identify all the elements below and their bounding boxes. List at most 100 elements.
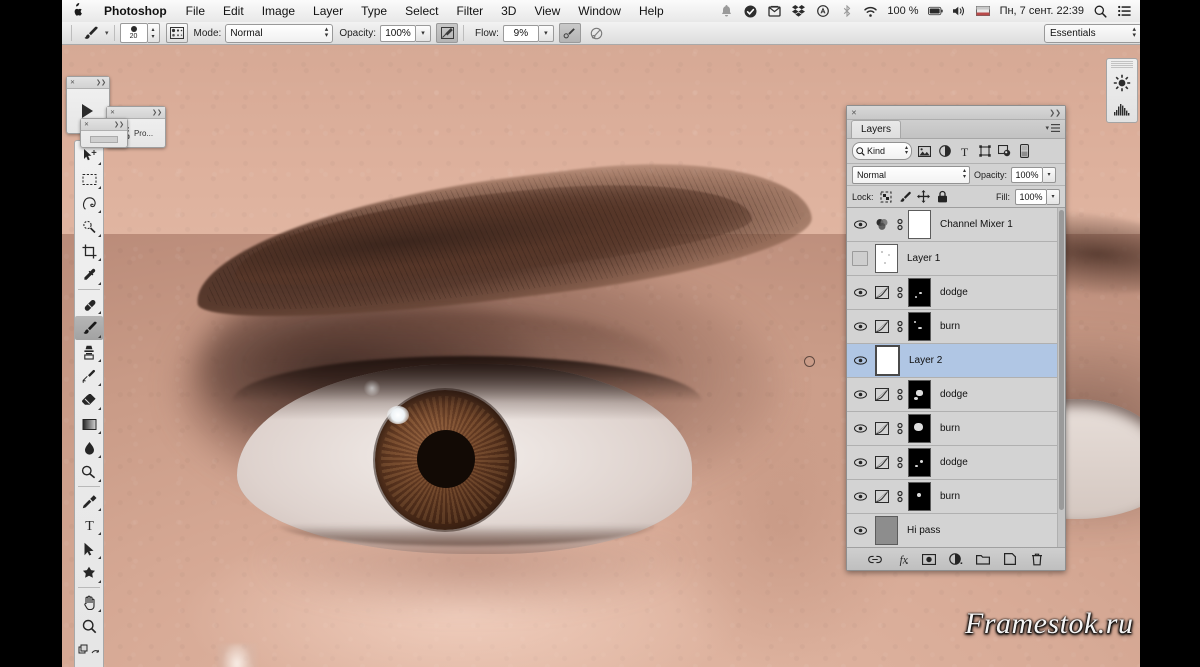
apple-icon[interactable] [62,2,94,19]
mask-link-icon[interactable] [893,218,906,231]
menu-view[interactable]: View [525,4,569,18]
layer-mask-thumbnail[interactable] [908,448,931,477]
gradient-tool[interactable] [75,412,103,436]
quick-selection-tool[interactable] [75,215,103,239]
lock-transparency-icon[interactable] [879,190,893,204]
layer-name[interactable]: Layer 1 [907,253,940,264]
search-icon[interactable] [1093,4,1108,18]
collapse-icon[interactable]: ❯❯ [114,121,124,128]
layer-opacity-arrow-icon[interactable]: ▾ [1043,166,1057,183]
options-grip[interactable] [71,25,72,41]
brush-size-field[interactable]: 20 [119,23,148,43]
layer-style-button[interactable]: fx [895,552,909,566]
layer-name[interactable]: Layer 2 [909,355,942,366]
menu-filter[interactable]: Filter [447,4,492,18]
rectangular-marquee-tool[interactable] [75,167,103,191]
menu-layer[interactable]: Layer [304,4,352,18]
layer-visibility-toggle[interactable] [849,354,871,367]
layer-mask-thumbnail[interactable] [908,210,931,239]
mask-link-icon[interactable] [893,286,906,299]
layer-fill-field[interactable]: 100% [1015,188,1047,205]
layer-name[interactable]: Channel Mixer 1 [940,219,1013,230]
horizontal-type-tool[interactable]: T [75,513,103,537]
circle-a-icon[interactable] [815,4,830,18]
filter-pixel-icon[interactable] [917,144,932,159]
flow-field[interactable]: 9% [502,24,539,42]
curves-icon[interactable] [871,456,893,469]
layer-visibility-toggle[interactable] [849,490,871,503]
table-row[interactable]: dodge [847,378,1065,412]
brush-size-stepper[interactable]: ▴ ▾ [147,23,160,43]
menu-3d[interactable]: 3D [492,4,525,18]
filter-kind-select[interactable]: Kind ▴ ▾ [852,142,912,160]
layer-mask-thumbnail[interactable] [908,482,931,511]
channel-mixer-icon[interactable] [871,218,893,231]
lasso-tool[interactable] [75,191,103,215]
tab-layers[interactable]: Layers [851,120,902,138]
layer-visibility-toggle[interactable] [849,524,871,537]
collapsed-panel-small-body[interactable] [81,131,127,147]
close-icon[interactable]: ✕ [110,109,115,116]
lock-all-icon[interactable] [936,190,950,204]
battery-icon[interactable] [927,4,943,18]
layer-thumbnail[interactable] [875,345,900,376]
lock-image-icon[interactable] [898,190,912,204]
layer-name[interactable]: dodge [940,287,968,298]
layers-panel-titlebar[interactable]: ✕ ❯❯ [847,106,1065,120]
keyboard-flag-icon[interactable] [976,4,991,18]
custom-shape-tool[interactable] [75,561,103,585]
mask-link-icon[interactable] [893,456,906,469]
layer-visibility-toggle[interactable] [849,286,871,299]
curves-icon[interactable] [871,286,893,299]
notification-center-icon[interactable] [1117,4,1132,18]
filter-smart-object-icon[interactable] [997,144,1012,159]
eraser-tool[interactable] [75,388,103,412]
table-row[interactable]: Layer 2 [847,344,1065,378]
layer-visibility-toggle[interactable] [849,422,871,435]
close-icon[interactable]: ✕ [84,121,89,128]
mask-link-icon[interactable] [893,490,906,503]
link-layers-button[interactable] [868,552,882,566]
filter-type-icon[interactable]: T [957,144,972,159]
layer-visibility-toggle[interactable] [849,388,871,401]
wifi-icon[interactable] [863,4,878,18]
zoom-tool[interactable] [75,614,103,638]
layer-name[interactable]: burn [940,491,960,502]
table-row[interactable]: dodge [847,276,1065,310]
curves-icon[interactable] [871,320,893,333]
table-row[interactable]: Channel Mixer 1 [847,208,1065,242]
bluetooth-icon[interactable] [839,4,854,18]
collapsed-panel-small-titlebar[interactable]: ✕ ❯❯ [81,119,127,131]
table-row[interactable]: dodge [847,446,1065,480]
adjustments-panel-icon[interactable] [1107,70,1137,96]
collapse-icon[interactable]: ❯❯ [152,109,162,116]
layer-visibility-toggle[interactable] [849,218,871,231]
mask-link-icon[interactable] [893,320,906,333]
bell-icon[interactable] [719,4,734,18]
table-row[interactable]: burn [847,310,1065,344]
filter-shape-icon[interactable] [977,144,992,159]
blur-tool[interactable] [75,436,103,460]
clone-stamp-tool[interactable] [75,340,103,364]
right-dock-grip[interactable] [1111,61,1133,68]
layer-mask-thumbnail[interactable] [908,278,931,307]
table-row[interactable]: Hi pass [847,514,1065,547]
layer-fill-arrow-icon[interactable]: ▾ [1047,188,1060,205]
close-icon[interactable]: ✕ [70,79,75,86]
table-row[interactable]: burn [847,412,1065,446]
histogram-panel-icon[interactable] [1107,96,1137,122]
filter-adjustment-icon[interactable] [937,144,952,159]
add-layer-mask-button[interactable] [922,552,936,566]
mail-badge-icon[interactable] [767,4,782,18]
opacity-field[interactable]: 100% [380,24,416,42]
path-selection-tool[interactable] [75,537,103,561]
layer-thumbnail[interactable] [875,244,898,273]
layer-name[interactable]: Hi pass [907,525,940,536]
curves-icon[interactable] [871,490,893,503]
menu-help[interactable]: Help [630,4,673,18]
collapsed-panel-play-titlebar[interactable]: ✕ ❯❯ [67,77,109,89]
brush-panel-icon[interactable] [165,23,188,43]
spot-healing-brush-tool[interactable] [75,292,103,316]
curves-icon[interactable] [871,422,893,435]
new-group-button[interactable] [976,552,990,566]
